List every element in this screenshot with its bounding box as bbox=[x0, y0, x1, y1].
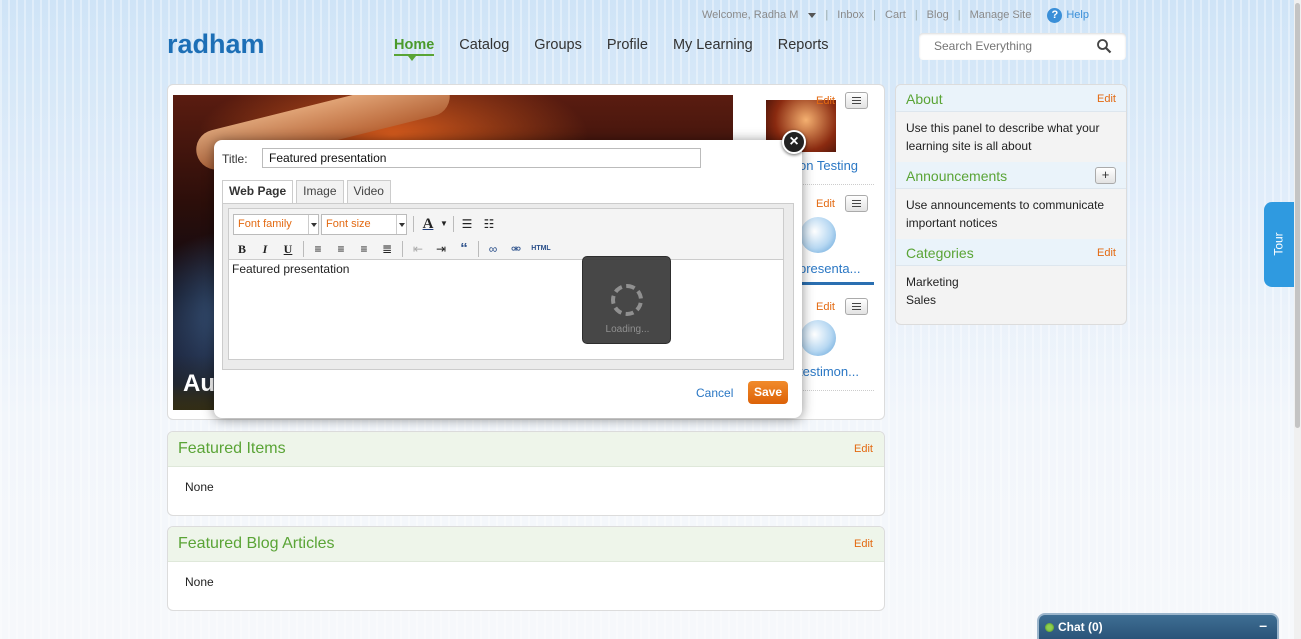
tab-video[interactable]: Video bbox=[346, 180, 391, 203]
category-sales[interactable]: Sales bbox=[906, 291, 1116, 309]
panel-title: Featured Items bbox=[178, 440, 286, 457]
featured-items-panel: Featured Items Edit None bbox=[167, 431, 885, 516]
globe-icon bbox=[800, 320, 836, 356]
font-family-select[interactable]: Font family bbox=[233, 214, 319, 235]
font-size-select[interactable]: Font size bbox=[321, 214, 407, 235]
about-title: About bbox=[906, 91, 943, 107]
link-icon[interactable]: ∞ bbox=[484, 240, 502, 258]
featured-items-edit-link[interactable]: Edit bbox=[854, 443, 873, 455]
main-nav: Home Catalog Groups Profile My Learning … bbox=[394, 37, 854, 61]
nav-reports[interactable]: Reports bbox=[778, 37, 829, 56]
thumb-title[interactable]: on Testing bbox=[799, 158, 858, 173]
page-scrollbar[interactable] bbox=[1294, 0, 1301, 639]
chat-bar[interactable]: Chat (0) – bbox=[1037, 613, 1279, 639]
nav-profile[interactable]: Profile bbox=[607, 37, 648, 56]
panel-body: None bbox=[185, 575, 214, 589]
panel-body: None bbox=[185, 480, 214, 494]
welcome-user-menu[interactable]: Welcome, Radha M bbox=[702, 9, 798, 21]
about-edit-link[interactable]: Edit bbox=[1097, 93, 1116, 105]
rich-text-editor: Font family Font size A ▼ ☰ ☷ B I U ≡ ≡ … bbox=[222, 203, 794, 370]
categories-edit-link[interactable]: Edit bbox=[1097, 247, 1116, 259]
panel-title: Featured Blog Articles bbox=[178, 535, 335, 552]
announcements-body: Use announcements to communicate importa… bbox=[906, 198, 1105, 230]
numbered-list-icon[interactable]: ☷ bbox=[480, 215, 498, 233]
close-icon[interactable]: × bbox=[782, 130, 806, 154]
edit-featured-dialog: Title: Web Page Image Video Font family … bbox=[214, 140, 802, 418]
online-status-icon bbox=[1045, 623, 1054, 632]
align-center-icon[interactable]: ≡ bbox=[332, 240, 350, 258]
thumb-title[interactable]: presenta... bbox=[799, 261, 860, 276]
blog-link[interactable]: Blog bbox=[927, 9, 949, 21]
categories-title: Categories bbox=[906, 245, 974, 261]
loading-overlay: Loading... bbox=[582, 256, 671, 344]
nav-groups[interactable]: Groups bbox=[534, 37, 582, 56]
cancel-button[interactable]: Cancel bbox=[696, 386, 733, 400]
unlink-icon[interactable]: ⚮ bbox=[507, 240, 525, 258]
featured-blog-edit-link[interactable]: Edit bbox=[854, 538, 873, 550]
search-icon[interactable] bbox=[1096, 38, 1112, 54]
sidebar: About Edit Use this panel to describe wh… bbox=[895, 84, 1127, 325]
bullet-list-icon[interactable]: ☰ bbox=[458, 215, 476, 233]
thumb-edit-link[interactable]: Edit bbox=[816, 198, 835, 210]
manage-site-link[interactable]: Manage Site bbox=[970, 9, 1032, 21]
italic-icon[interactable]: I bbox=[256, 240, 274, 258]
chevron-down-icon[interactable]: ▼ bbox=[435, 215, 453, 233]
tab-web-page[interactable]: Web Page bbox=[222, 180, 294, 204]
blockquote-icon[interactable]: “ bbox=[455, 240, 473, 258]
help-icon[interactable]: ? bbox=[1047, 7, 1063, 23]
indent-icon[interactable]: ⇥ bbox=[432, 240, 450, 258]
editor-content[interactable]: Featured presentation bbox=[228, 259, 784, 360]
menu-icon[interactable] bbox=[845, 298, 868, 315]
thumb-edit-link[interactable]: Edit bbox=[816, 95, 835, 107]
content-type-tabs: Web Page Image Video bbox=[222, 180, 394, 204]
tab-image[interactable]: Image bbox=[296, 180, 344, 203]
underline-icon[interactable]: U bbox=[279, 240, 297, 258]
html-source-icon[interactable]: HTML bbox=[530, 240, 552, 258]
loading-text: Loading... bbox=[605, 324, 650, 335]
top-utility-bar: Welcome, Radha M | Inbox | Cart | Blog |… bbox=[702, 7, 1089, 23]
categories-list: Marketing Sales bbox=[896, 266, 1126, 316]
search-input[interactable] bbox=[932, 38, 1092, 54]
menu-icon[interactable] bbox=[845, 92, 868, 109]
tour-label: Tour bbox=[1271, 232, 1286, 256]
search-box bbox=[919, 33, 1126, 60]
cart-link[interactable]: Cart bbox=[885, 9, 906, 21]
editor-toolbar: Font family Font size A ▼ ☰ ☷ B I U ≡ ≡ … bbox=[228, 208, 784, 259]
globe-icon bbox=[800, 217, 836, 253]
menu-icon[interactable] bbox=[845, 195, 868, 212]
spinner-icon bbox=[611, 284, 643, 316]
chevron-down-icon[interactable] bbox=[808, 12, 817, 18]
align-right-icon[interactable]: ≡ bbox=[355, 240, 373, 258]
help-link[interactable]: Help bbox=[1066, 9, 1089, 21]
inbox-link[interactable]: Inbox bbox=[837, 9, 864, 21]
featured-blog-panel: Featured Blog Articles Edit None bbox=[167, 526, 885, 611]
chat-label: Chat (0) bbox=[1058, 620, 1103, 634]
thumb-title[interactable]: testimon... bbox=[799, 364, 859, 379]
about-body: Use this panel to describe what your lea… bbox=[906, 121, 1100, 153]
outdent-icon[interactable]: ⇤ bbox=[409, 240, 427, 258]
hero-caption: Au bbox=[183, 370, 215, 397]
title-label: Title: bbox=[222, 152, 248, 166]
nav-home[interactable]: Home bbox=[394, 37, 435, 61]
align-left-icon[interactable]: ≡ bbox=[309, 240, 327, 258]
nav-catalog[interactable]: Catalog bbox=[459, 37, 509, 56]
announcements-title: Announcements bbox=[906, 168, 1008, 184]
nav-my-learning[interactable]: My Learning bbox=[673, 37, 753, 56]
align-justify-icon[interactable]: ≣ bbox=[378, 240, 396, 258]
save-button[interactable]: Save bbox=[748, 381, 788, 404]
scrollbar-thumb[interactable] bbox=[1295, 3, 1300, 428]
minimize-icon[interactable]: – bbox=[1259, 617, 1267, 633]
title-input[interactable] bbox=[262, 148, 701, 168]
thumb-edit-link[interactable]: Edit bbox=[816, 301, 835, 313]
category-marketing[interactable]: Marketing bbox=[906, 273, 1116, 291]
bold-icon[interactable]: B bbox=[233, 240, 251, 258]
site-logo[interactable]: radham bbox=[167, 29, 265, 60]
add-announcement-button[interactable]: + bbox=[1095, 167, 1116, 184]
